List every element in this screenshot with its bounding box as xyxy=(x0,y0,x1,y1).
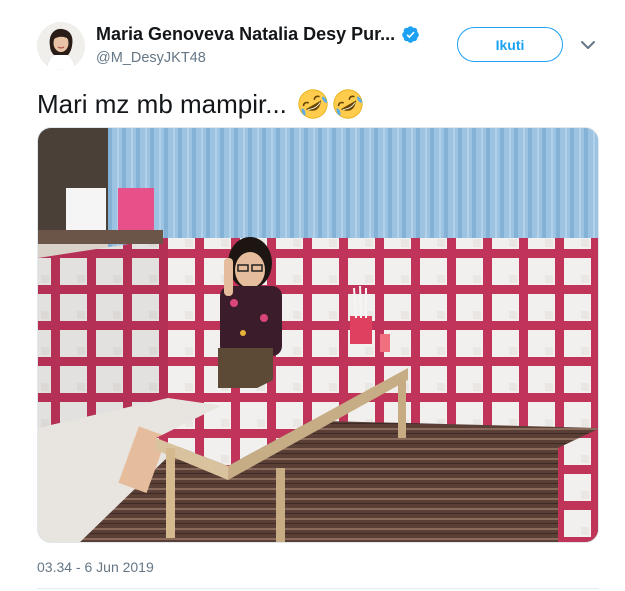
tweet-text: Mari mz mb mampir... xyxy=(37,88,364,120)
tweet-text-body: Mari mz mb mampir... xyxy=(37,88,287,119)
tweet-timestamp[interactable]: 03.34 - 6 Jun 2019 xyxy=(37,559,154,575)
divider xyxy=(37,588,599,589)
author-handle[interactable]: @M_DesyJKT48 xyxy=(96,50,206,66)
chevron-down-icon[interactable] xyxy=(579,38,597,52)
follow-button[interactable]: Ikuti xyxy=(457,27,563,62)
author-display-name[interactable]: Maria Genoveva Natalia Desy Pur... xyxy=(96,24,395,45)
verified-badge-icon xyxy=(402,26,419,43)
tweet-card: Maria Genoveva Natalia Desy Pur... @M_De… xyxy=(0,0,625,591)
avatar-photo-icon xyxy=(37,22,85,70)
rolling-laughing-emoji-icon xyxy=(298,89,328,119)
photo-icon xyxy=(38,128,598,542)
rolling-laughing-emoji-icon xyxy=(333,89,363,119)
author-avatar[interactable] xyxy=(37,22,85,70)
tweet-photo[interactable] xyxy=(37,127,599,543)
